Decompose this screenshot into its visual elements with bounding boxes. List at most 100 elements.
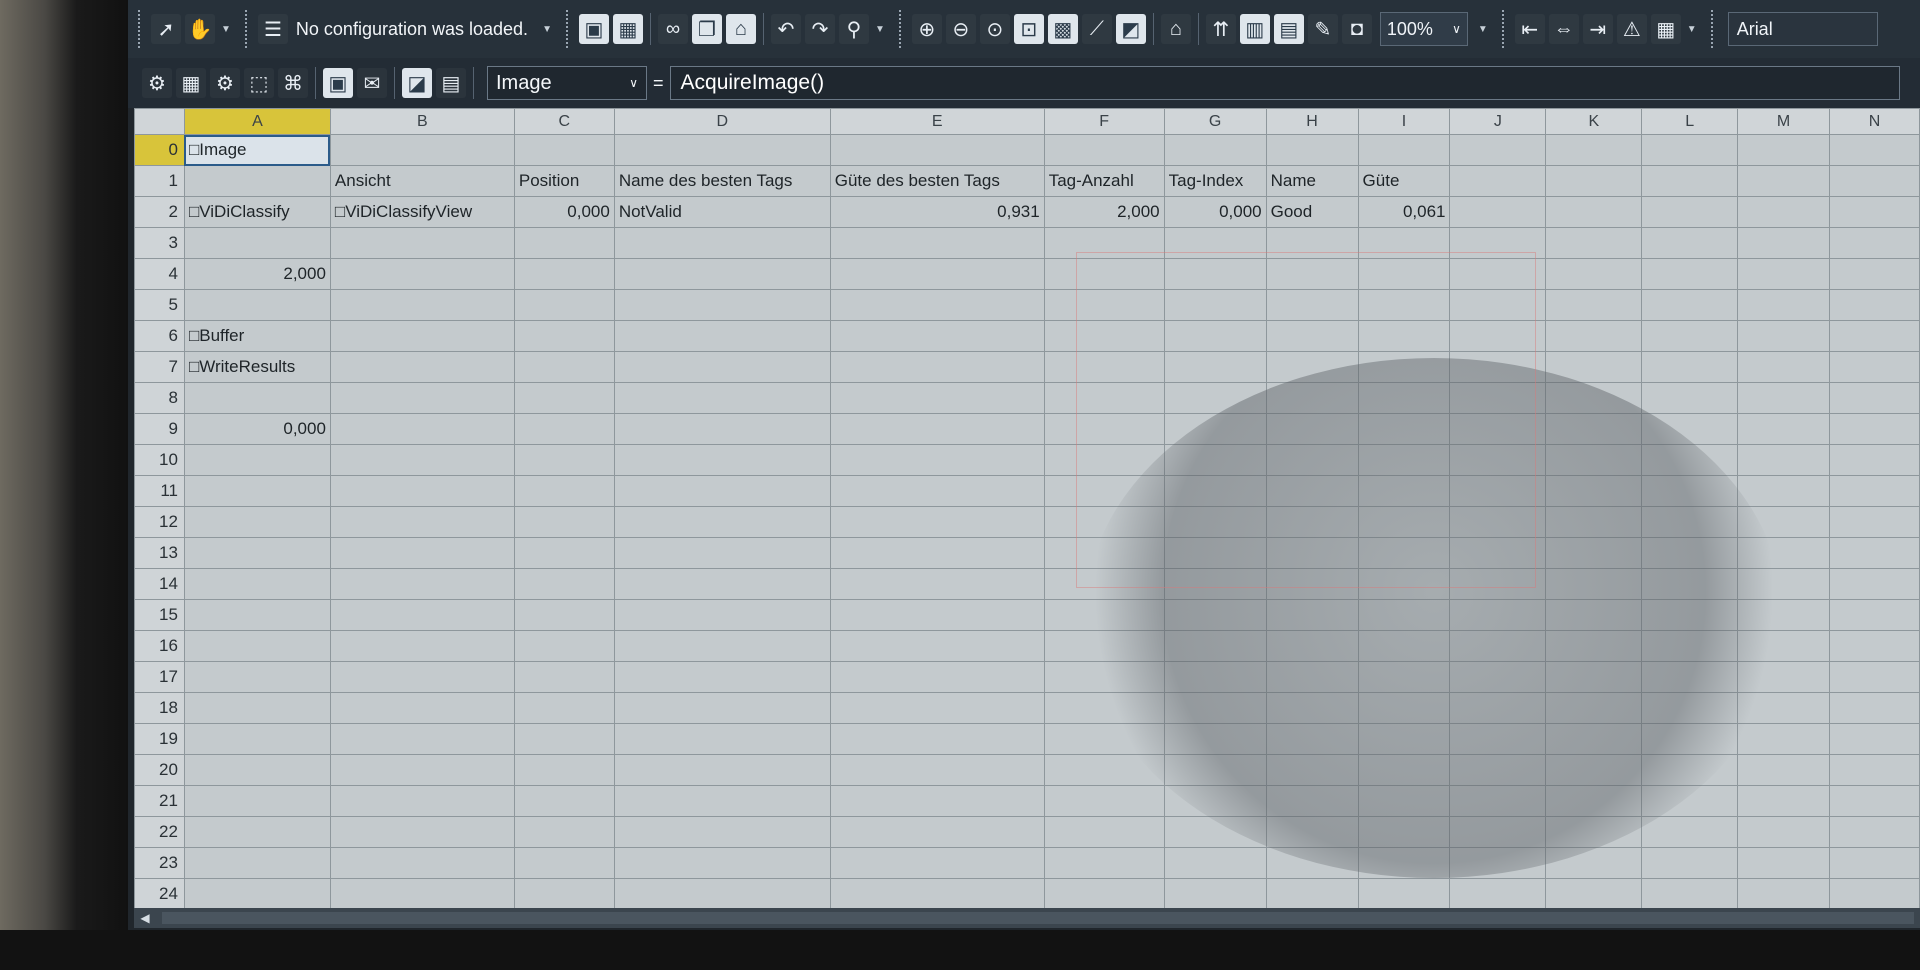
- row-header[interactable]: 19: [134, 723, 185, 755]
- row-header[interactable]: 8: [134, 382, 185, 414]
- cell-h11[interactable]: [1265, 475, 1359, 507]
- display-icon[interactable]: ▣: [323, 68, 353, 98]
- pointer-icon[interactable]: ➚: [151, 14, 181, 44]
- cell-k12[interactable]: [1545, 506, 1643, 538]
- cell-k16[interactable]: [1545, 630, 1643, 662]
- cell-c19[interactable]: [513, 723, 615, 755]
- cell-f22[interactable]: [1043, 816, 1165, 848]
- column-header-j[interactable]: J: [1449, 108, 1547, 135]
- cell-k18[interactable]: [1545, 692, 1643, 724]
- cell-k8[interactable]: [1545, 382, 1643, 414]
- column-header-b[interactable]: B: [329, 108, 515, 135]
- cell-a24[interactable]: [183, 878, 331, 908]
- column-header-n[interactable]: N: [1829, 108, 1920, 135]
- cell-d20[interactable]: [613, 754, 831, 786]
- row-header[interactable]: 14: [134, 568, 185, 600]
- cell-b12[interactable]: [329, 506, 515, 538]
- cell-m4[interactable]: [1737, 258, 1830, 290]
- cell-b4[interactable]: [329, 258, 515, 290]
- cell-e24[interactable]: [829, 878, 1045, 908]
- cell-g18[interactable]: [1163, 692, 1267, 724]
- cell-k1[interactable]: [1545, 165, 1643, 197]
- cell-e21[interactable]: [829, 785, 1045, 817]
- zoom-select-icon[interactable]: ⊡: [1013, 14, 1044, 44]
- cell-a6[interactable]: □Buffer: [183, 320, 331, 352]
- row-header[interactable]: 2: [134, 196, 185, 228]
- cell-k11[interactable]: [1545, 475, 1643, 507]
- image-icon[interactable]: ▣: [578, 14, 609, 44]
- results-icon[interactable]: ▤: [436, 68, 466, 98]
- image-edit-icon[interactable]: ▦: [612, 14, 643, 44]
- cell-j8[interactable]: [1449, 382, 1547, 414]
- cell-d13[interactable]: [613, 537, 831, 569]
- format-icon[interactable]: ▦: [1650, 14, 1681, 44]
- cell-a21[interactable]: [183, 785, 331, 817]
- cell-n19[interactable]: [1829, 723, 1920, 755]
- cell-d3[interactable]: [613, 227, 831, 259]
- cell-g23[interactable]: [1163, 847, 1267, 879]
- cell-k23[interactable]: [1545, 847, 1643, 879]
- cell-h20[interactable]: [1265, 754, 1359, 786]
- toolbar-grip[interactable]: [565, 10, 571, 48]
- cell-l11[interactable]: [1641, 475, 1739, 507]
- warning-icon[interactable]: ⚠: [1616, 14, 1647, 44]
- grid-icon[interactable]: ▩: [1047, 14, 1078, 44]
- cell-i21[interactable]: [1357, 785, 1451, 817]
- cell-k3[interactable]: [1545, 227, 1643, 259]
- cell-a23[interactable]: [183, 847, 331, 879]
- zoom-select[interactable]: 100% ∨: [1379, 12, 1468, 46]
- row-header[interactable]: 7: [134, 351, 185, 383]
- cell-h7[interactable]: [1265, 351, 1359, 383]
- row-header[interactable]: 10: [134, 444, 185, 476]
- cell-m14[interactable]: [1737, 568, 1830, 600]
- cell-e17[interactable]: [829, 661, 1045, 693]
- cell-c23[interactable]: [513, 847, 615, 879]
- cell-c16[interactable]: [513, 630, 615, 662]
- cell-n9[interactable]: [1829, 413, 1920, 445]
- cell-f20[interactable]: [1043, 754, 1165, 786]
- cell-n6[interactable]: [1829, 320, 1920, 352]
- cell-i11[interactable]: [1357, 475, 1451, 507]
- cell-i2[interactable]: 0,061: [1357, 196, 1451, 228]
- cell-b7[interactable]: [329, 351, 515, 383]
- cell-n2[interactable]: [1829, 196, 1920, 228]
- cell-e11[interactable]: [829, 475, 1045, 507]
- cell-n7[interactable]: [1829, 351, 1920, 383]
- cell-d19[interactable]: [613, 723, 831, 755]
- align-left-icon[interactable]: ⇤: [1514, 14, 1545, 44]
- cell-g13[interactable]: [1163, 537, 1267, 569]
- cell-m23[interactable]: [1737, 847, 1830, 879]
- image-window-icon[interactable]: ◪: [402, 68, 432, 98]
- cell-i9[interactable]: [1357, 413, 1451, 445]
- cell-d15[interactable]: [613, 599, 831, 631]
- cell-a5[interactable]: [183, 289, 331, 321]
- cell-g10[interactable]: [1163, 444, 1267, 476]
- cell-a9[interactable]: 0,000: [183, 413, 331, 445]
- cell-j1[interactable]: [1449, 165, 1547, 197]
- cell-d6[interactable]: [613, 320, 831, 352]
- cell-m16[interactable]: [1737, 630, 1830, 662]
- cell-f16[interactable]: [1043, 630, 1165, 662]
- cell-h14[interactable]: [1265, 568, 1359, 600]
- cell-l14[interactable]: [1641, 568, 1739, 600]
- cell-g6[interactable]: [1163, 320, 1267, 352]
- cell-j9[interactable]: [1449, 413, 1547, 445]
- cell-d1[interactable]: Name des besten Tags: [613, 165, 831, 197]
- cell-g7[interactable]: [1163, 351, 1267, 383]
- cell-l21[interactable]: [1641, 785, 1739, 817]
- cell-e9[interactable]: [829, 413, 1045, 445]
- cell-m21[interactable]: [1737, 785, 1830, 817]
- cell-e10[interactable]: [829, 444, 1045, 476]
- cell-d18[interactable]: [613, 692, 831, 724]
- cell-e1[interactable]: Güte des besten Tags: [829, 165, 1045, 197]
- cell-e15[interactable]: [829, 599, 1045, 631]
- cell-d14[interactable]: [613, 568, 831, 600]
- chevron-down-icon[interactable]: ▼: [542, 24, 552, 35]
- cell-e18[interactable]: [829, 692, 1045, 724]
- cell-m11[interactable]: [1737, 475, 1830, 507]
- chevron-down-icon[interactable]: ▼: [221, 24, 231, 35]
- cell-k7[interactable]: [1545, 351, 1643, 383]
- cell-d22[interactable]: [613, 816, 831, 848]
- cell-h24[interactable]: [1265, 878, 1359, 908]
- cell-b5[interactable]: [329, 289, 515, 321]
